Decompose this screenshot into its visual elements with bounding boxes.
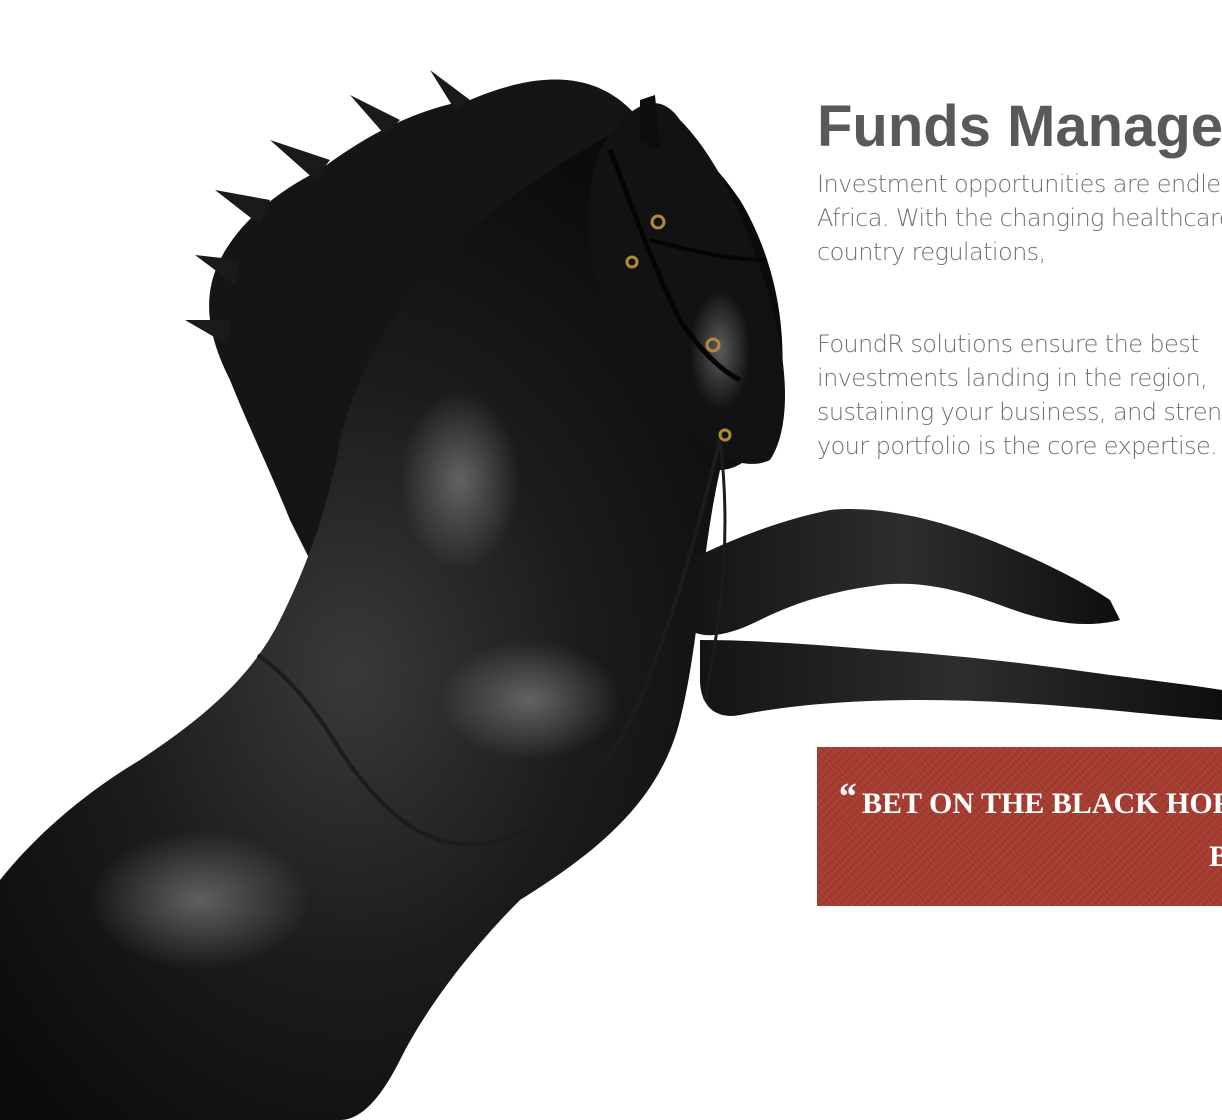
solutions-line: sustaining your business, and strengthen… [817,398,1222,426]
solutions-line: investments landing in the region, [817,364,1208,392]
quote-text: BET ON THE BLACK HORSE [862,787,1222,820]
solutions-line: FoundR solutions ensure the best [817,330,1200,358]
intro-line: country regulations, [817,238,1046,266]
funds-management-section: Funds Management Investment opportunitie… [817,0,1222,1120]
intro-line: Investment opportunities are endless in [817,170,1222,198]
quote-banner: “BET ON THE BLACK HORSE B [817,747,1222,906]
quote-mark-icon: “ [837,776,856,818]
quote-line-1: “BET ON THE BLACK HORSE [837,777,1222,824]
intro-paragraph: Investment opportunities are endless in … [817,167,1222,269]
quote-line-2: B [1209,840,1222,873]
page-title: Funds Management [817,94,1222,159]
page: Funds Management Investment opportunitie… [0,0,1222,1120]
intro-line: Africa. With the changing healthcare and [817,204,1222,232]
solutions-paragraph: FoundR solutions ensure the best investm… [817,327,1222,463]
solutions-line: your portfolio is the core expertise. [817,432,1218,460]
